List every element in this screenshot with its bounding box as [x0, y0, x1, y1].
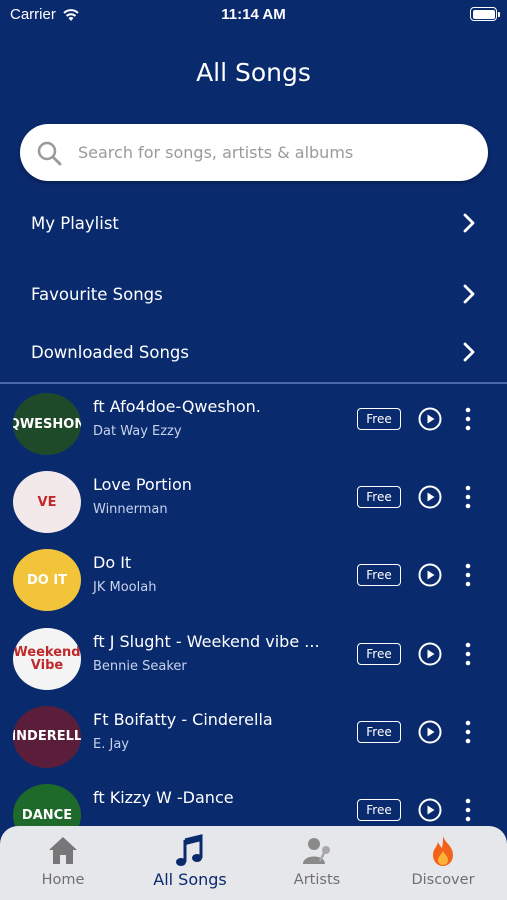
- search-icon: [37, 141, 62, 165]
- my-playlist-row[interactable]: My Playlist: [31, 203, 476, 243]
- tab-discover[interactable]: Discover: [388, 834, 498, 888]
- favourite-songs-row[interactable]: Favourite Songs: [31, 274, 476, 314]
- music-note-icon: [176, 834, 203, 866]
- status-bar: Carrier 11:14 AM: [0, 0, 507, 30]
- song-row[interactable]: CINDERELLA Ft Boifatty - Cinderella E. J…: [0, 705, 507, 775]
- price-badge: Free: [357, 408, 401, 430]
- song-row[interactable]: Weekend Vibe ft J Slught - Weekend vibe …: [0, 627, 507, 697]
- song-cover-text: QWESHON: [13, 416, 81, 432]
- song-row[interactable]: VE Love Portion Winnerman Free: [0, 470, 507, 540]
- tab-discover-label: Discover: [411, 872, 475, 888]
- status-time: 11:14 AM: [221, 6, 286, 23]
- home-icon: [49, 837, 77, 864]
- price-badge: Free: [357, 486, 401, 509]
- play-icon[interactable]: [418, 563, 442, 587]
- search-bar[interactable]: [20, 124, 488, 181]
- tab-artists-label: Artists: [293, 872, 341, 888]
- tab-all-songs-label: All Songs: [153, 870, 227, 889]
- section-divider: [0, 382, 507, 384]
- play-icon[interactable]: [418, 720, 442, 744]
- song-title: Ft Boifatty - Cinderella: [93, 709, 273, 729]
- chevron-right-icon: [463, 284, 475, 304]
- downloaded-songs-row[interactable]: Downloaded Songs: [31, 332, 476, 372]
- artist-icon: [303, 838, 330, 864]
- tab-artists[interactable]: Artists: [262, 834, 372, 888]
- song-cover: Weekend Vibe: [13, 627, 81, 690]
- play-icon[interactable]: [418, 407, 442, 431]
- tab-home[interactable]: Home: [8, 834, 118, 888]
- more-options-icon[interactable]: [462, 562, 474, 588]
- fire-icon: [433, 836, 453, 866]
- song-artist: JK Moolah: [93, 580, 157, 596]
- my-playlist-label: My Playlist: [31, 213, 119, 233]
- song-cover-text: VE: [37, 494, 57, 510]
- price-badge: Free: [357, 799, 401, 821]
- favourite-songs-label: Favourite Songs: [31, 284, 163, 304]
- song-cover: CINDERELLA: [13, 705, 81, 768]
- song-artist: Winnerman: [93, 502, 168, 518]
- song-title: Do It: [93, 553, 132, 573]
- battery-icon: [470, 7, 500, 21]
- price-badge: Free: [357, 720, 401, 743]
- downloaded-songs-label: Downloaded Songs: [31, 342, 189, 362]
- song-artist: Dat Way Ezzy: [93, 424, 182, 439]
- price-badge: Free: [357, 642, 401, 665]
- tab-bar: Home All Songs Artists Discover: [0, 826, 507, 900]
- chevron-right-icon: [463, 213, 475, 233]
- song-row[interactable]: DO IT Do It JK Moolah Free: [0, 548, 507, 618]
- song-title: ft J Slught - Weekend vibe ...: [93, 631, 320, 651]
- song-title: ft Afo4doe-Qweshon.: [93, 397, 261, 416]
- price-badge: Free: [357, 564, 401, 587]
- more-options-icon[interactable]: [462, 641, 474, 667]
- song-cover: VE: [13, 471, 81, 534]
- song-cover: QWESHON: [13, 393, 81, 455]
- play-icon[interactable]: [418, 485, 442, 509]
- tab-all-songs[interactable]: All Songs: [135, 834, 245, 889]
- song-cover-text: Weekend Vibe: [13, 644, 81, 673]
- song-cover: DO IT: [13, 549, 81, 612]
- song-cover-text: DANCE: [21, 807, 73, 823]
- search-input[interactable]: [78, 143, 488, 162]
- page-title: All Songs: [196, 58, 311, 87]
- more-options-icon[interactable]: [462, 719, 474, 745]
- play-icon[interactable]: [418, 798, 442, 822]
- song-title: ft Kizzy W -Dance: [93, 788, 234, 807]
- more-options-icon[interactable]: [462, 484, 474, 510]
- more-options-icon[interactable]: [462, 797, 474, 823]
- song-cover-text: CINDERELLA: [13, 729, 81, 745]
- song-cover-text: DO IT: [26, 572, 68, 588]
- song-row[interactable]: QWESHON ft Afo4doe-Qweshon. Dat Way Ezzy…: [0, 392, 507, 462]
- song-title: Love Portion: [93, 475, 192, 495]
- more-options-icon[interactable]: [462, 406, 474, 432]
- song-artist: E. Jay: [93, 736, 129, 752]
- chevron-right-icon: [463, 342, 475, 362]
- song-artist: Bennie Seaker: [93, 658, 187, 674]
- tab-home-label: Home: [41, 872, 85, 888]
- play-icon[interactable]: [418, 642, 442, 666]
